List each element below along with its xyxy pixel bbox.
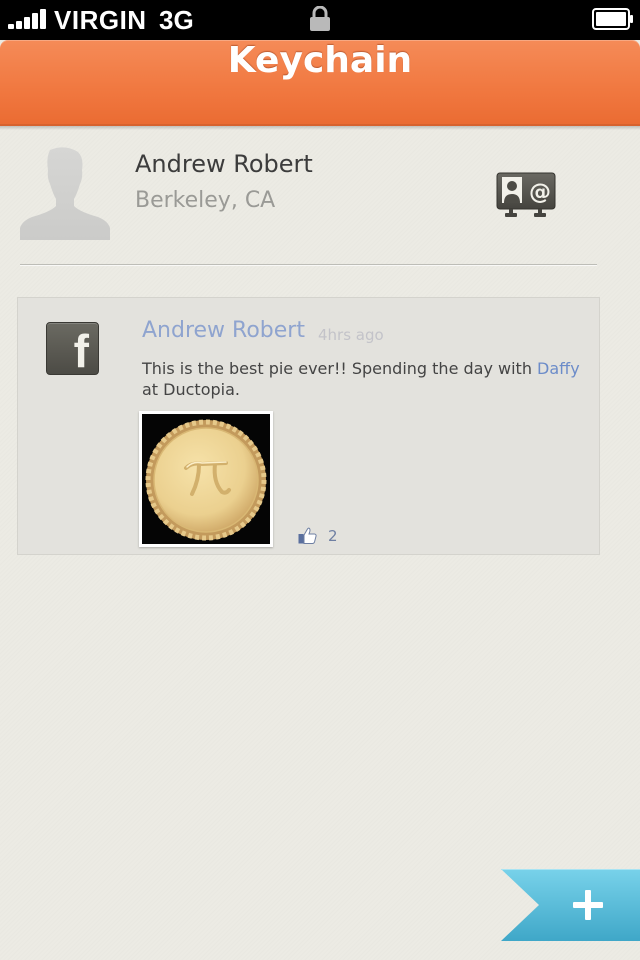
signal-strength-icon bbox=[8, 9, 48, 29]
pie-photo bbox=[142, 414, 270, 544]
post-timestamp: 4hrs ago bbox=[318, 326, 384, 344]
divider bbox=[20, 264, 597, 265]
mention-link[interactable]: Daffy bbox=[537, 359, 580, 378]
svg-text:@: @ bbox=[529, 180, 551, 205]
lock-icon bbox=[310, 6, 330, 31]
facebook-glyph: f bbox=[73, 325, 89, 375]
post-text-start: This is the best pie ever!! Spending the… bbox=[142, 359, 538, 378]
page-title: Keychain bbox=[227, 40, 413, 81]
contact-card-icon[interactable]: @ bbox=[496, 172, 556, 218]
avatar-placeholder-icon[interactable] bbox=[20, 146, 110, 240]
add-button[interactable] bbox=[501, 869, 640, 941]
carrier-label: VIRGIN bbox=[54, 5, 147, 35]
thumbs-up-icon[interactable] bbox=[298, 527, 317, 544]
profile-name: Andrew Robert bbox=[135, 150, 313, 178]
feed-item[interactable]: f Andrew Robert 4hrs ago This is the bes… bbox=[17, 297, 600, 555]
facebook-icon: f bbox=[46, 322, 99, 375]
post-text: This is the best pie ever!! Spending the… bbox=[142, 358, 592, 400]
like-count: 2 bbox=[328, 527, 338, 545]
post-photo[interactable] bbox=[139, 411, 273, 547]
post-author[interactable]: Andrew Robert bbox=[142, 318, 305, 343]
navigation-bar: Keychain bbox=[0, 40, 640, 130]
navigation-bar-shadow bbox=[0, 126, 640, 130]
status-bar: VIRGIN 3G bbox=[0, 0, 640, 40]
battery-icon bbox=[592, 8, 633, 30]
post-text-end: at Ductopia. bbox=[142, 380, 240, 399]
network-type-label: 3G bbox=[159, 5, 194, 35]
profile-location: Berkeley, CA bbox=[135, 188, 276, 213]
